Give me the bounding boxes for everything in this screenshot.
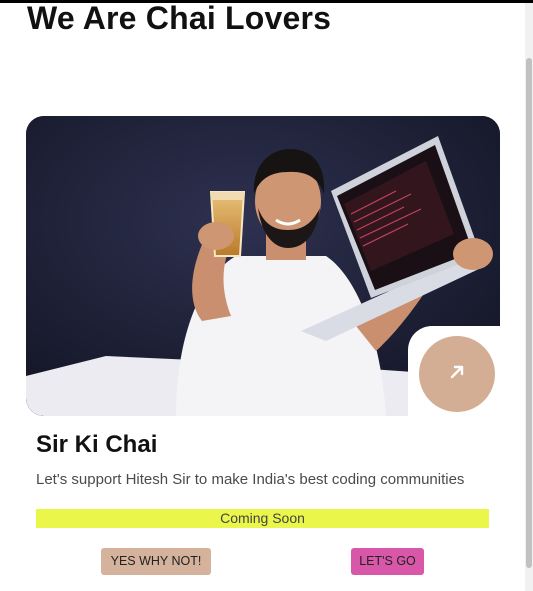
page-title: We Are Chai Lovers: [27, 0, 332, 36]
yes-why-not-button[interactable]: YES WHY NOT!: [101, 548, 211, 575]
status-banner: Coming Soon: [36, 509, 489, 528]
scrollbar[interactable]: [525, 3, 533, 591]
lets-go-button[interactable]: LET'S GO: [351, 548, 424, 575]
chai-card: Sir Ki Chai Let's support Hitesh Sir to …: [26, 116, 508, 586]
open-card-button[interactable]: [419, 336, 495, 412]
card-title: Sir Ki Chai: [36, 431, 158, 458]
arrow-up-right-icon: [447, 362, 467, 387]
scrollbar-thumb[interactable]: [526, 58, 532, 568]
card-description: Let's support Hitesh Sir to make India's…: [36, 471, 465, 488]
